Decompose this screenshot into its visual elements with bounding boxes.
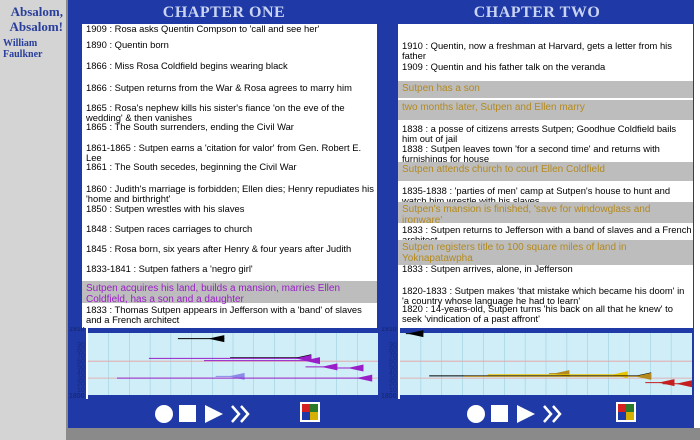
timeline-entry[interactable]: Sutpen acquires his land, builds a mansi… [82, 281, 377, 305]
timeline-entry[interactable]: 1861 : The South secedes, beginning the … [82, 162, 377, 172]
timeline-entry[interactable]: 1860 : Judith's marriage is forbidden; E… [82, 184, 377, 204]
timeline-entry[interactable]: 1833 : Thomas Sutpen appears in Jefferso… [82, 305, 377, 325]
chapter-one-controls [68, 401, 380, 427]
axis-bottom-label: 1800 [381, 393, 397, 399]
timeline-entry[interactable]: 1866 : Miss Rosa Coldfield begins wearin… [82, 61, 377, 71]
color-grid-button[interactable] [300, 402, 320, 422]
timeline-chart[interactable]: 19109080706050403020101800 [68, 327, 380, 399]
fast-forward-button[interactable] [230, 403, 252, 423]
timeline-entry[interactable]: 1890 : Quentin born [82, 40, 377, 50]
timeline-entry[interactable]: Sutpen's mansion is finished, 'save for … [398, 202, 693, 226]
axis-bottom-label: 1800 [69, 393, 85, 399]
timeline-entry[interactable]: 1865 : The South surrenders, ending the … [82, 122, 377, 132]
bottom-strip [66, 428, 700, 440]
timeline-entry[interactable]: 1909 : Rosa asks Quentin Compson to 'cal… [82, 24, 377, 34]
timeline-chart[interactable]: 19109080706050403020101800 [380, 327, 694, 399]
timeline-entry[interactable]: 1838 : Sutpen leaves town 'for a second … [398, 144, 693, 164]
timeline-entry[interactable]: 1845 : Rosa born, six years after Henry … [82, 244, 377, 254]
timeline-entry[interactable]: 1865 : Rosa's nephew kills his sister's … [82, 103, 377, 123]
timeline-entry[interactable]: 1909 : Quentin and his father talk on th… [398, 62, 693, 72]
timeline-entry[interactable]: 1838 : a posse of citizens arrests Sutpe… [398, 124, 693, 144]
timeline-entry[interactable]: 1848 : Sutpen races carriages to church [82, 224, 377, 234]
left-rail: Absalom, Absalom! William Faulkner [0, 0, 66, 440]
timeline-entry[interactable]: 1833-1841 : Sutpen fathers a 'negro girl… [82, 264, 377, 274]
chapter-two-panel: CHAPTER TWO 1910 : Quentin, now a freshm… [380, 0, 694, 428]
axis-top-label: 1910 [381, 327, 397, 333]
timeline-entry[interactable]: 1861-1865 : Sutpen earns a 'citation for… [82, 143, 377, 163]
chapter-one-timeline[interactable]: 1910 90 80 70 60 50 40 30 20 10 1800 [68, 327, 380, 399]
timeline-entry[interactable]: 1820 : 14-years-old, Sutpen turns 'his b… [398, 304, 693, 324]
book-author: William Faulkner [3, 38, 43, 60]
chapter-one-entries[interactable]: 1909 : Rosa asks Quentin Compson to 'cal… [82, 24, 377, 328]
chapter-two-timeline[interactable]: 1910 90 80 70 60 50 40 30 20 10 1800 [380, 327, 694, 399]
record-button[interactable] [154, 403, 174, 423]
timeline-entry[interactable]: 1850 : Sutpen wrestles with his slaves [82, 204, 377, 214]
chapter-one-panel: CHAPTER ONE 1909 : Rosa asks Quentin Com… [68, 0, 380, 428]
chapter-one-title: CHAPTER ONE [162, 4, 286, 21]
chapter-two-entries[interactable]: 1910 : Quentin, now a freshman at Harvar… [398, 24, 693, 328]
timeline-entry[interactable]: 1910 : Quentin, now a freshman at Harvar… [398, 41, 693, 61]
timeline-entry[interactable]: Sutpen attends church to court Ellen Col… [398, 162, 693, 181]
timeline-entry[interactable]: two months later, Sutpen and Ellen marry [398, 100, 693, 120]
timeline-entry[interactable]: 1866 : Sutpen returns from the War & Ros… [82, 83, 377, 93]
timeline-entry[interactable]: 1833 : Sutpen arrives, alone, in Jeffers… [398, 264, 693, 274]
play-button[interactable] [204, 403, 224, 423]
stop-button[interactable] [178, 403, 198, 423]
play-button[interactable] [516, 403, 536, 423]
book-title: Absalom, Absalom! [9, 4, 63, 34]
color-grid-button[interactable] [616, 402, 636, 422]
stop-button[interactable] [490, 403, 510, 423]
record-button[interactable] [466, 403, 486, 423]
timeline-entry[interactable]: Sutpen registers title to 100 square mil… [398, 240, 693, 265]
fast-forward-button[interactable] [542, 403, 564, 423]
timeline-entry[interactable]: Sutpen has a son [398, 81, 693, 98]
axis-top-label: 1910 [69, 327, 85, 333]
chapter-two-title: CHAPTER TWO [473, 4, 601, 21]
chapter-two-controls [380, 401, 694, 427]
